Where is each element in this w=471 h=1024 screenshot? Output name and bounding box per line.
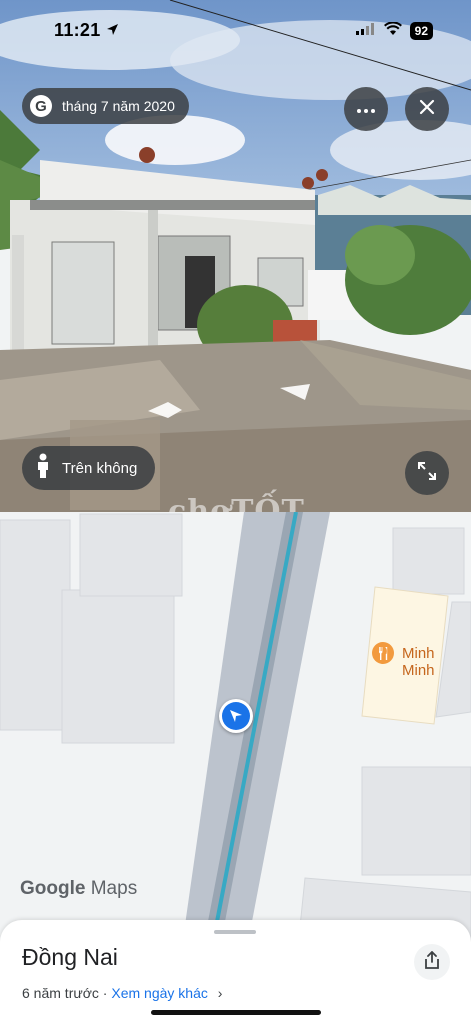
signal-icon bbox=[355, 22, 376, 40]
location-arrow-icon bbox=[106, 20, 119, 40]
share-icon bbox=[424, 950, 440, 974]
expand-icon bbox=[418, 461, 436, 485]
status-time: 11:21 bbox=[54, 20, 119, 41]
aerial-view-button[interactable]: Trên không bbox=[22, 446, 156, 490]
status-icons: 92 bbox=[355, 21, 433, 40]
maps-wordmark: Maps bbox=[90, 878, 138, 899]
other-dates-link[interactable]: Xem ngày khác bbox=[111, 985, 208, 1001]
close-button[interactable] bbox=[405, 87, 449, 131]
street-view-photo[interactable] bbox=[0, 0, 471, 512]
battery-icon: 92 bbox=[409, 22, 433, 40]
pegman-icon bbox=[36, 453, 50, 483]
chevron-right-icon[interactable]: › bbox=[218, 985, 223, 1001]
aerial-view-label: Trên không bbox=[62, 459, 138, 477]
close-icon bbox=[419, 99, 435, 120]
share-button[interactable] bbox=[414, 944, 450, 980]
expand-button[interactable] bbox=[405, 451, 449, 495]
sheet-drag-handle[interactable] bbox=[214, 930, 256, 934]
imagery-date-pill[interactable]: G tháng 7 năm 2020 bbox=[22, 88, 189, 124]
imagery-date-label: tháng 7 năm 2020 bbox=[62, 98, 175, 114]
google-wordmark: Google bbox=[20, 878, 86, 899]
more-icon bbox=[357, 100, 375, 118]
wifi-icon bbox=[383, 21, 402, 40]
restaurant-icon[interactable] bbox=[372, 642, 394, 664]
home-indicator[interactable] bbox=[151, 1010, 321, 1015]
place-title: Đồng Nai bbox=[22, 944, 118, 970]
more-options-button[interactable] bbox=[344, 87, 388, 131]
current-position-marker[interactable] bbox=[219, 699, 253, 733]
navigation-arrow-icon bbox=[222, 702, 250, 730]
imagery-age: 6 năm trước bbox=[22, 985, 99, 1001]
google-maps-logo: Google Maps bbox=[20, 878, 137, 900]
imagery-age-row: 6 năm trước · Xem ngày khác › bbox=[22, 985, 222, 1001]
street-view-scene bbox=[0, 0, 471, 512]
poi-name-label[interactable]: Minh Minh bbox=[402, 645, 471, 679]
place-bottom-sheet[interactable]: Đồng Nai 6 năm trước · Xem ngày khác › bbox=[0, 920, 471, 1024]
status-time-text: 11:21 bbox=[54, 20, 101, 40]
separator: · bbox=[98, 985, 112, 1001]
google-g-icon: G bbox=[30, 95, 52, 117]
